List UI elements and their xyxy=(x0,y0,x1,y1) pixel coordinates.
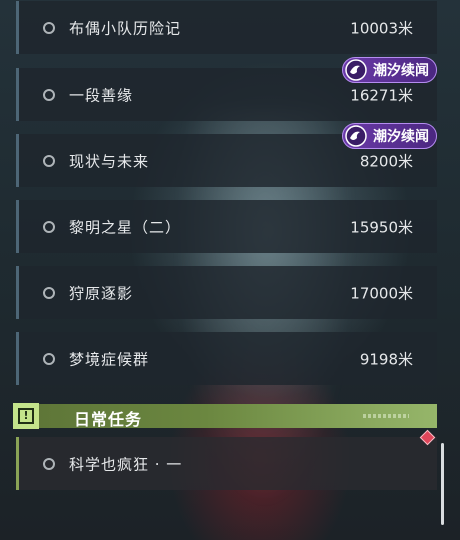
quest-item-6[interactable]: 梦境症候群 9198米 xyxy=(16,332,437,385)
header-decoration xyxy=(363,414,409,418)
exclamation-box-icon: ! xyxy=(13,403,39,429)
quest-name: 梦境症候群 xyxy=(69,350,150,368)
daily-quests-header[interactable]: ! 日常任务 xyxy=(13,403,437,429)
quest-status-circle-icon xyxy=(43,21,55,34)
quest-item-5[interactable]: 狩原逐影 17000米 xyxy=(16,266,437,319)
daily-quest-item-1[interactable]: 科学也疯狂 · 一 xyxy=(16,437,437,490)
quest-status-circle-icon xyxy=(43,352,55,365)
quest-name: 黎明之星（二） xyxy=(69,218,182,236)
quest-name: 科学也疯狂 · 一 xyxy=(69,455,183,473)
quest-distance: 16271米 xyxy=(350,86,413,104)
quest-distance: 10003米 xyxy=(350,19,413,37)
tag-label: 潮汐续闻 xyxy=(373,63,429,79)
quest-distance: 9198米 xyxy=(359,350,413,368)
quest-item-1[interactable]: 布偶小队历险记 10003米 xyxy=(16,1,437,54)
quest-distance: 15950米 xyxy=(350,218,413,236)
quest-status-circle-icon xyxy=(43,154,55,167)
quest-status-circle-icon xyxy=(43,220,55,233)
tide-story-tag: 潮汐续闻 xyxy=(342,123,437,149)
tide-story-tag: 潮汐续闻 xyxy=(342,57,437,83)
scrollbar[interactable] xyxy=(441,443,444,525)
quest-distance: 17000米 xyxy=(350,284,413,302)
quest-name: 布偶小队历险记 xyxy=(69,19,182,37)
tide-swirl-icon xyxy=(345,59,367,81)
quest-status-circle-icon xyxy=(43,457,55,470)
quest-item-3[interactable]: 现状与未来 8200米 潮汐续闻 xyxy=(16,123,437,187)
quest-list: 布偶小队历险记 10003米 一段善缘 16271米 潮汐续闻 现状与未来 82… xyxy=(0,0,460,540)
quest-item-4[interactable]: 黎明之星（二） 15950米 xyxy=(16,200,437,253)
quest-item-2[interactable]: 一段善缘 16271米 潮汐续闻 xyxy=(16,57,437,121)
quest-status-circle-icon xyxy=(43,286,55,299)
quest-name: 一段善缘 xyxy=(69,86,134,104)
quest-name: 现状与未来 xyxy=(69,152,150,170)
quest-name: 狩原逐影 xyxy=(69,284,134,302)
quest-distance: 8200米 xyxy=(359,152,413,170)
tide-swirl-icon xyxy=(345,125,367,147)
section-title: 日常任务 xyxy=(74,410,143,429)
quest-status-circle-icon xyxy=(43,88,55,101)
tag-label: 潮汐续闻 xyxy=(373,129,429,145)
